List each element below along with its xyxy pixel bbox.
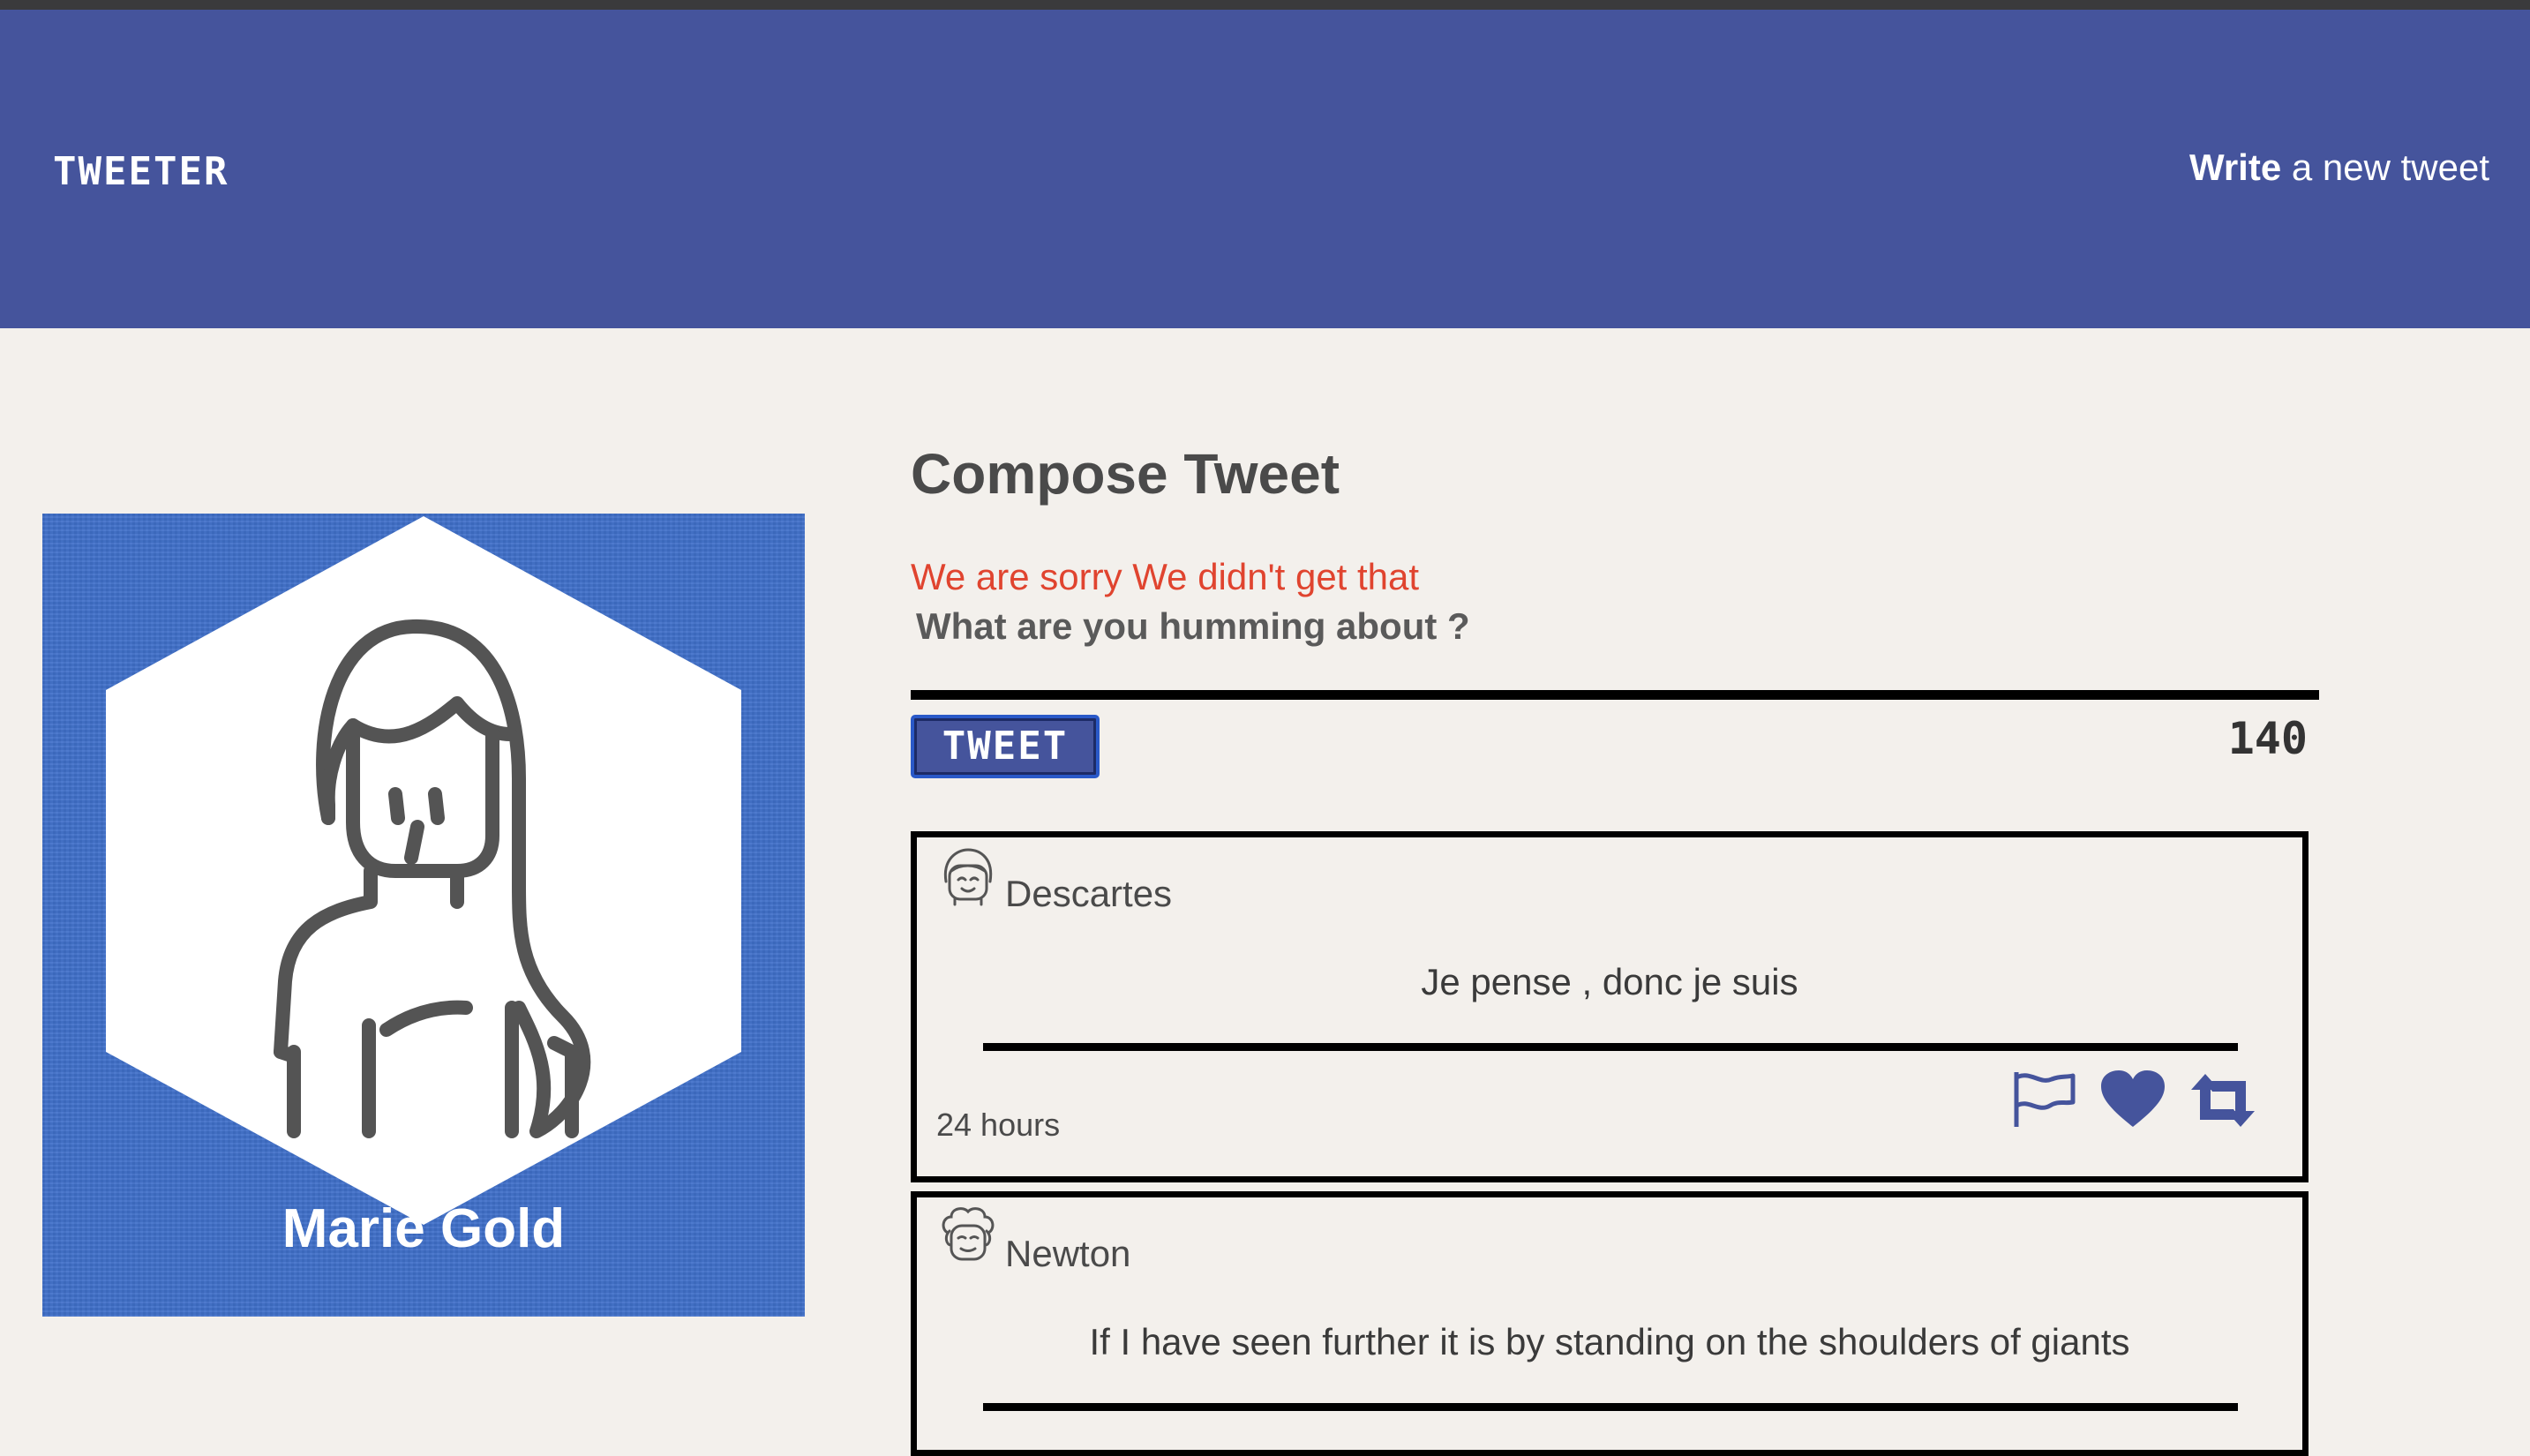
tweet-card: Newton If I have seen further it is by s… bbox=[911, 1191, 2309, 1456]
compose-title: Compose Tweet bbox=[911, 442, 1340, 506]
navbar: TWEETER Write a new tweet bbox=[0, 10, 2530, 328]
brand-logo[interactable]: TWEETER bbox=[53, 149, 229, 194]
retweet-icon[interactable] bbox=[2188, 1072, 2258, 1132]
tweet-divider bbox=[983, 1403, 2238, 1411]
tweet-content: Je pense , donc je suis bbox=[1421, 961, 1798, 1002]
profile-avatar bbox=[106, 516, 741, 1225]
tweet-button[interactable]: TWEET bbox=[911, 715, 1100, 778]
compose-input-underline[interactable] bbox=[911, 690, 2319, 700]
tweet-timestamp: 24 hours bbox=[936, 1107, 1061, 1143]
profile-card: Marie Gold bbox=[42, 514, 805, 1317]
tweet-actions bbox=[2011, 1069, 2276, 1139]
write-link-bold: Write bbox=[2188, 146, 2282, 188]
write-link-rest: a new tweet bbox=[2281, 146, 2489, 188]
heart-icon[interactable] bbox=[2099, 1069, 2166, 1134]
tweet-author[interactable]: Newton bbox=[1005, 1233, 1130, 1275]
error-message: We are sorry We didn't get that bbox=[911, 556, 1420, 597]
tweet-divider bbox=[983, 1043, 2238, 1051]
tweet-content: If I have seen further it is by standing… bbox=[1089, 1321, 2130, 1362]
flag-icon[interactable] bbox=[2011, 1069, 2076, 1134]
curly-hair-face-avatar-icon bbox=[942, 1207, 995, 1261]
character-counter: 140 bbox=[2227, 713, 2308, 764]
profile-name: Marie Gold bbox=[282, 1198, 566, 1259]
smiling-face-avatar-icon bbox=[943, 848, 993, 906]
tweet-author[interactable]: Descartes bbox=[1005, 873, 1172, 915]
write-new-tweet-link[interactable]: Write a new tweet bbox=[2189, 146, 2489, 189]
window-top-bar bbox=[0, 0, 2530, 10]
tweet-card: Descartes Je pense , donc je suis 24 hou… bbox=[911, 831, 2309, 1182]
compose-prompt: What are you humming about ? bbox=[916, 605, 1470, 647]
